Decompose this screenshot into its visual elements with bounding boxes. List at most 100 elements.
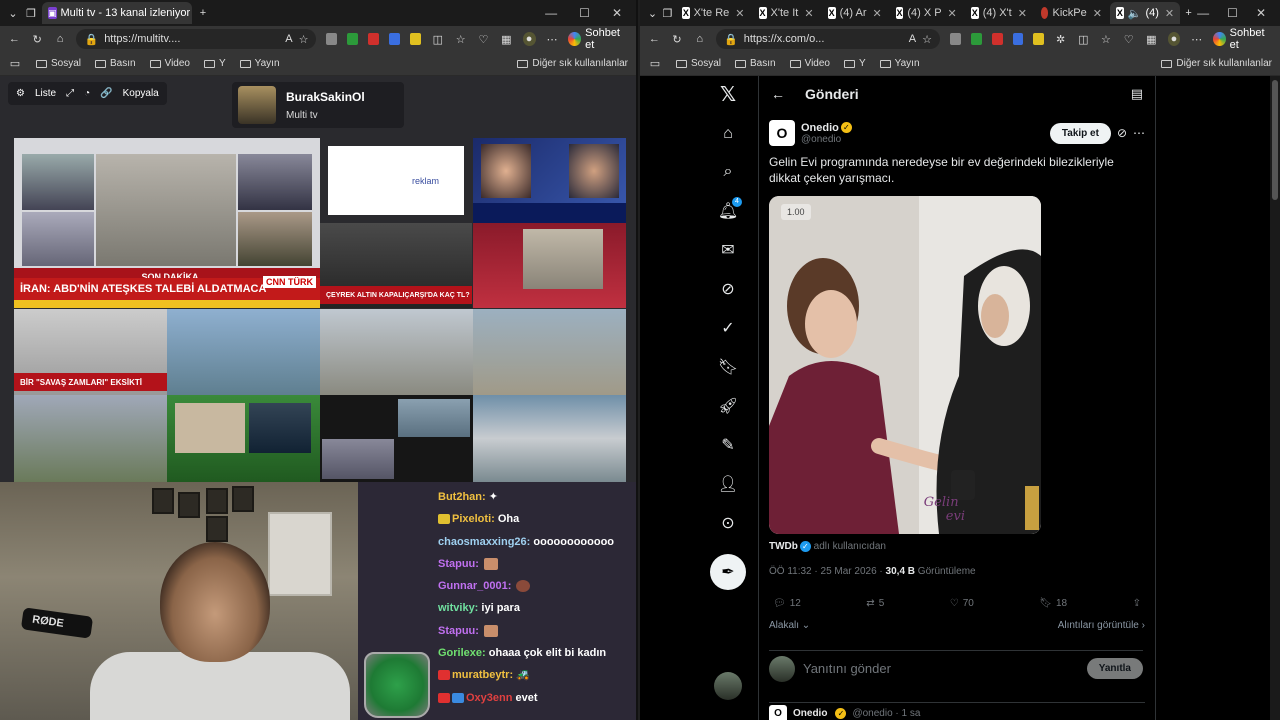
copilot-chat-button[interactable]: Sohbet et <box>568 27 628 51</box>
close-tab-icon[interactable]: ✕ <box>1018 7 1027 20</box>
translate-icon[interactable]: A <box>285 33 292 45</box>
video-cell-ad[interactable]: reklam <box>320 138 472 223</box>
video-cell-sky[interactable] <box>167 309 320 395</box>
tab-kick[interactable]: KickPe ✕ <box>1035 2 1108 24</box>
share-action[interactable]: ⇪ <box>1133 598 1141 609</box>
follow-button[interactable]: Takip et <box>1049 122 1111 144</box>
browser-essentials-icon[interactable]: ♡ <box>477 32 490 46</box>
browser-essentials-icon[interactable]: ♡ <box>1122 32 1135 46</box>
verified-orgs-icon[interactable]: ✓ <box>710 310 746 346</box>
tab-x-active[interactable]: X 🔈 (4) ✕ <box>1109 2 1181 24</box>
tab-x[interactable]: X (4) X't ✕ <box>965 2 1033 24</box>
video-cell-coast[interactable] <box>473 309 626 395</box>
back-icon[interactable]: ← <box>648 32 661 46</box>
chat-username[interactable]: Stapuu: <box>438 558 479 570</box>
collections-icon[interactable]: ▦ <box>1145 32 1158 46</box>
fullscreen-icon[interactable]: ⤢ <box>66 88 74 99</box>
grok-explain-icon[interactable]: ⊘ <box>1117 126 1127 140</box>
author-name[interactable]: Onedio ✓ <box>801 122 852 134</box>
video-cell-clouds[interactable] <box>473 395 626 482</box>
home-icon[interactable]: ⌂ <box>54 32 67 46</box>
video-cell-town[interactable] <box>14 395 167 482</box>
x-logo-icon[interactable]: 𝕏 <box>710 76 746 112</box>
tab-x[interactable]: X X'te It ✕ <box>753 2 820 24</box>
new-tab-icon[interactable]: + <box>196 6 210 20</box>
premium-icon[interactable]: 🚀︎ <box>710 388 746 424</box>
channel-card[interactable]: BurakSakinOl Multi tv <box>232 82 404 128</box>
extension-icon[interactable] <box>1033 33 1045 45</box>
audio-icon[interactable]: 🔈 <box>1128 7 1142 20</box>
author-handle[interactable]: @onedio <box>801 134 852 145</box>
minimize-icon[interactable]: — <box>545 6 557 20</box>
reload-icon[interactable]: ↻ <box>671 32 684 46</box>
close-tab-icon[interactable]: ✕ <box>735 7 744 20</box>
extensions-icon[interactable]: ✲ <box>1054 32 1067 46</box>
profile-icon[interactable]: 👤︎ <box>710 466 746 502</box>
home-icon[interactable]: ⌂ <box>710 116 746 152</box>
chat-username[interactable]: But2han: <box>438 491 486 503</box>
next-reply[interactable]: O Onedio ✓ @onedio · 1 sa <box>769 702 1145 720</box>
video-cell-news[interactable]: BİR "SAVAŞ ZAMLARI" EKSİKTİ <box>14 309 167 395</box>
maximize-icon[interactable]: ☐ <box>579 6 590 20</box>
bookmark-folder[interactable]: Y <box>204 58 226 69</box>
tab-x[interactable]: X (4) Ar ✕ <box>822 2 888 24</box>
video-cell-cnn[interactable]: SON DAKİKA İRAN: ABD'NİN ATEŞKES TALEBİ … <box>14 138 320 308</box>
close-tab-icon[interactable]: ✕ <box>1165 7 1174 20</box>
extension-icon[interactable] <box>410 33 422 45</box>
like-action[interactable]: ♡ 70 <box>950 598 974 609</box>
via-user[interactable]: TWDb <box>769 541 798 552</box>
bookmark-folder[interactable]: Video <box>789 58 830 69</box>
more-circle-icon[interactable]: ⊙ <box>710 505 746 541</box>
extension-icon[interactable] <box>991 33 1003 45</box>
tab-list-icon[interactable]: ⌄ <box>646 6 659 20</box>
bookmark-toggle-icon[interactable]: ▭ <box>8 57 22 71</box>
bookmark-action[interactable]: 🔖︎ 18 <box>1039 598 1067 609</box>
sort-dropdown[interactable]: Alakalı ⌄ <box>769 620 810 631</box>
reload-icon[interactable]: ↻ <box>31 32 44 46</box>
video-cell-show[interactable] <box>167 395 320 482</box>
tab-x[interactable]: X (4) X P ✕ <box>890 2 963 24</box>
tab-x[interactable]: X X'te Re ✕ <box>676 2 750 24</box>
workspaces-icon[interactable]: ❐ <box>661 6 674 20</box>
grok-icon[interactable]: ⊘ <box>710 271 746 307</box>
reply-input[interactable]: Yanıtını gönder <box>803 661 891 676</box>
chat-username[interactable]: Oxy3enn <box>466 692 512 704</box>
tweet-video[interactable]: 1.00 Gelin evi <box>769 196 1041 534</box>
close-tab-icon[interactable]: ✕ <box>1093 7 1102 20</box>
video-cell-city[interactable] <box>320 309 473 395</box>
other-bookmarks[interactable]: Diğer sık kullanılanlar <box>517 58 628 69</box>
repost-action[interactable]: ⇄ 5 <box>866 598 884 609</box>
close-window-icon[interactable]: ✕ <box>612 6 622 20</box>
chat-username[interactable]: witviky: <box>438 602 478 614</box>
chat-username[interactable]: chaosmaxxing26: <box>438 536 530 548</box>
messages-icon[interactable]: ✉ <box>710 232 746 268</box>
bookmark-folder[interactable]: Sosyal <box>36 58 81 69</box>
split-screen-icon[interactable]: ◫ <box>431 32 444 46</box>
tab-list-icon[interactable]: ⌄ <box>6 6 20 20</box>
close-window-icon[interactable]: ✕ <box>1256 6 1266 20</box>
timer-icon[interactable]: ◔ <box>84 88 90 99</box>
scrollbar[interactable] <box>1270 76 1280 720</box>
video-cell-night[interactable] <box>320 395 473 482</box>
split-screen-icon[interactable]: ◫ <box>1077 32 1090 46</box>
back-icon[interactable]: ← <box>8 32 21 46</box>
view-quotes-link[interactable]: Alıntıları görüntüle › <box>1058 620 1145 631</box>
bookmark-folder[interactable]: Basın <box>95 58 136 69</box>
address-bar[interactable]: 🔒 https://x.com/o... A ☆ <box>716 29 941 49</box>
more-icon[interactable]: ⋯ <box>1190 32 1203 46</box>
favorite-icon[interactable]: ☆ <box>299 33 309 46</box>
extension-icon[interactable] <box>368 33 380 45</box>
onedio-avatar[interactable]: O <box>769 120 795 146</box>
copilot-chat-button[interactable]: Sohbet et <box>1213 27 1272 51</box>
bookmark-folder[interactable]: Yayın <box>239 58 280 69</box>
profile-icon[interactable]: ● <box>1167 32 1181 46</box>
chat-username[interactable]: Gorilexe: <box>438 647 486 659</box>
chat-username[interactable]: Stapuu: <box>438 625 479 637</box>
search-icon[interactable]: ⌕ <box>710 154 746 190</box>
minimize-icon[interactable]: — <box>1197 6 1209 20</box>
close-tab-icon[interactable]: ✕ <box>873 7 882 20</box>
playback-speed[interactable]: 1.00 <box>781 204 811 220</box>
address-bar[interactable]: 🔒 https://multitv.... A ☆ <box>76 29 317 49</box>
favorites-icon[interactable]: ☆ <box>454 32 467 46</box>
list-button[interactable]: Liste <box>35 88 56 99</box>
